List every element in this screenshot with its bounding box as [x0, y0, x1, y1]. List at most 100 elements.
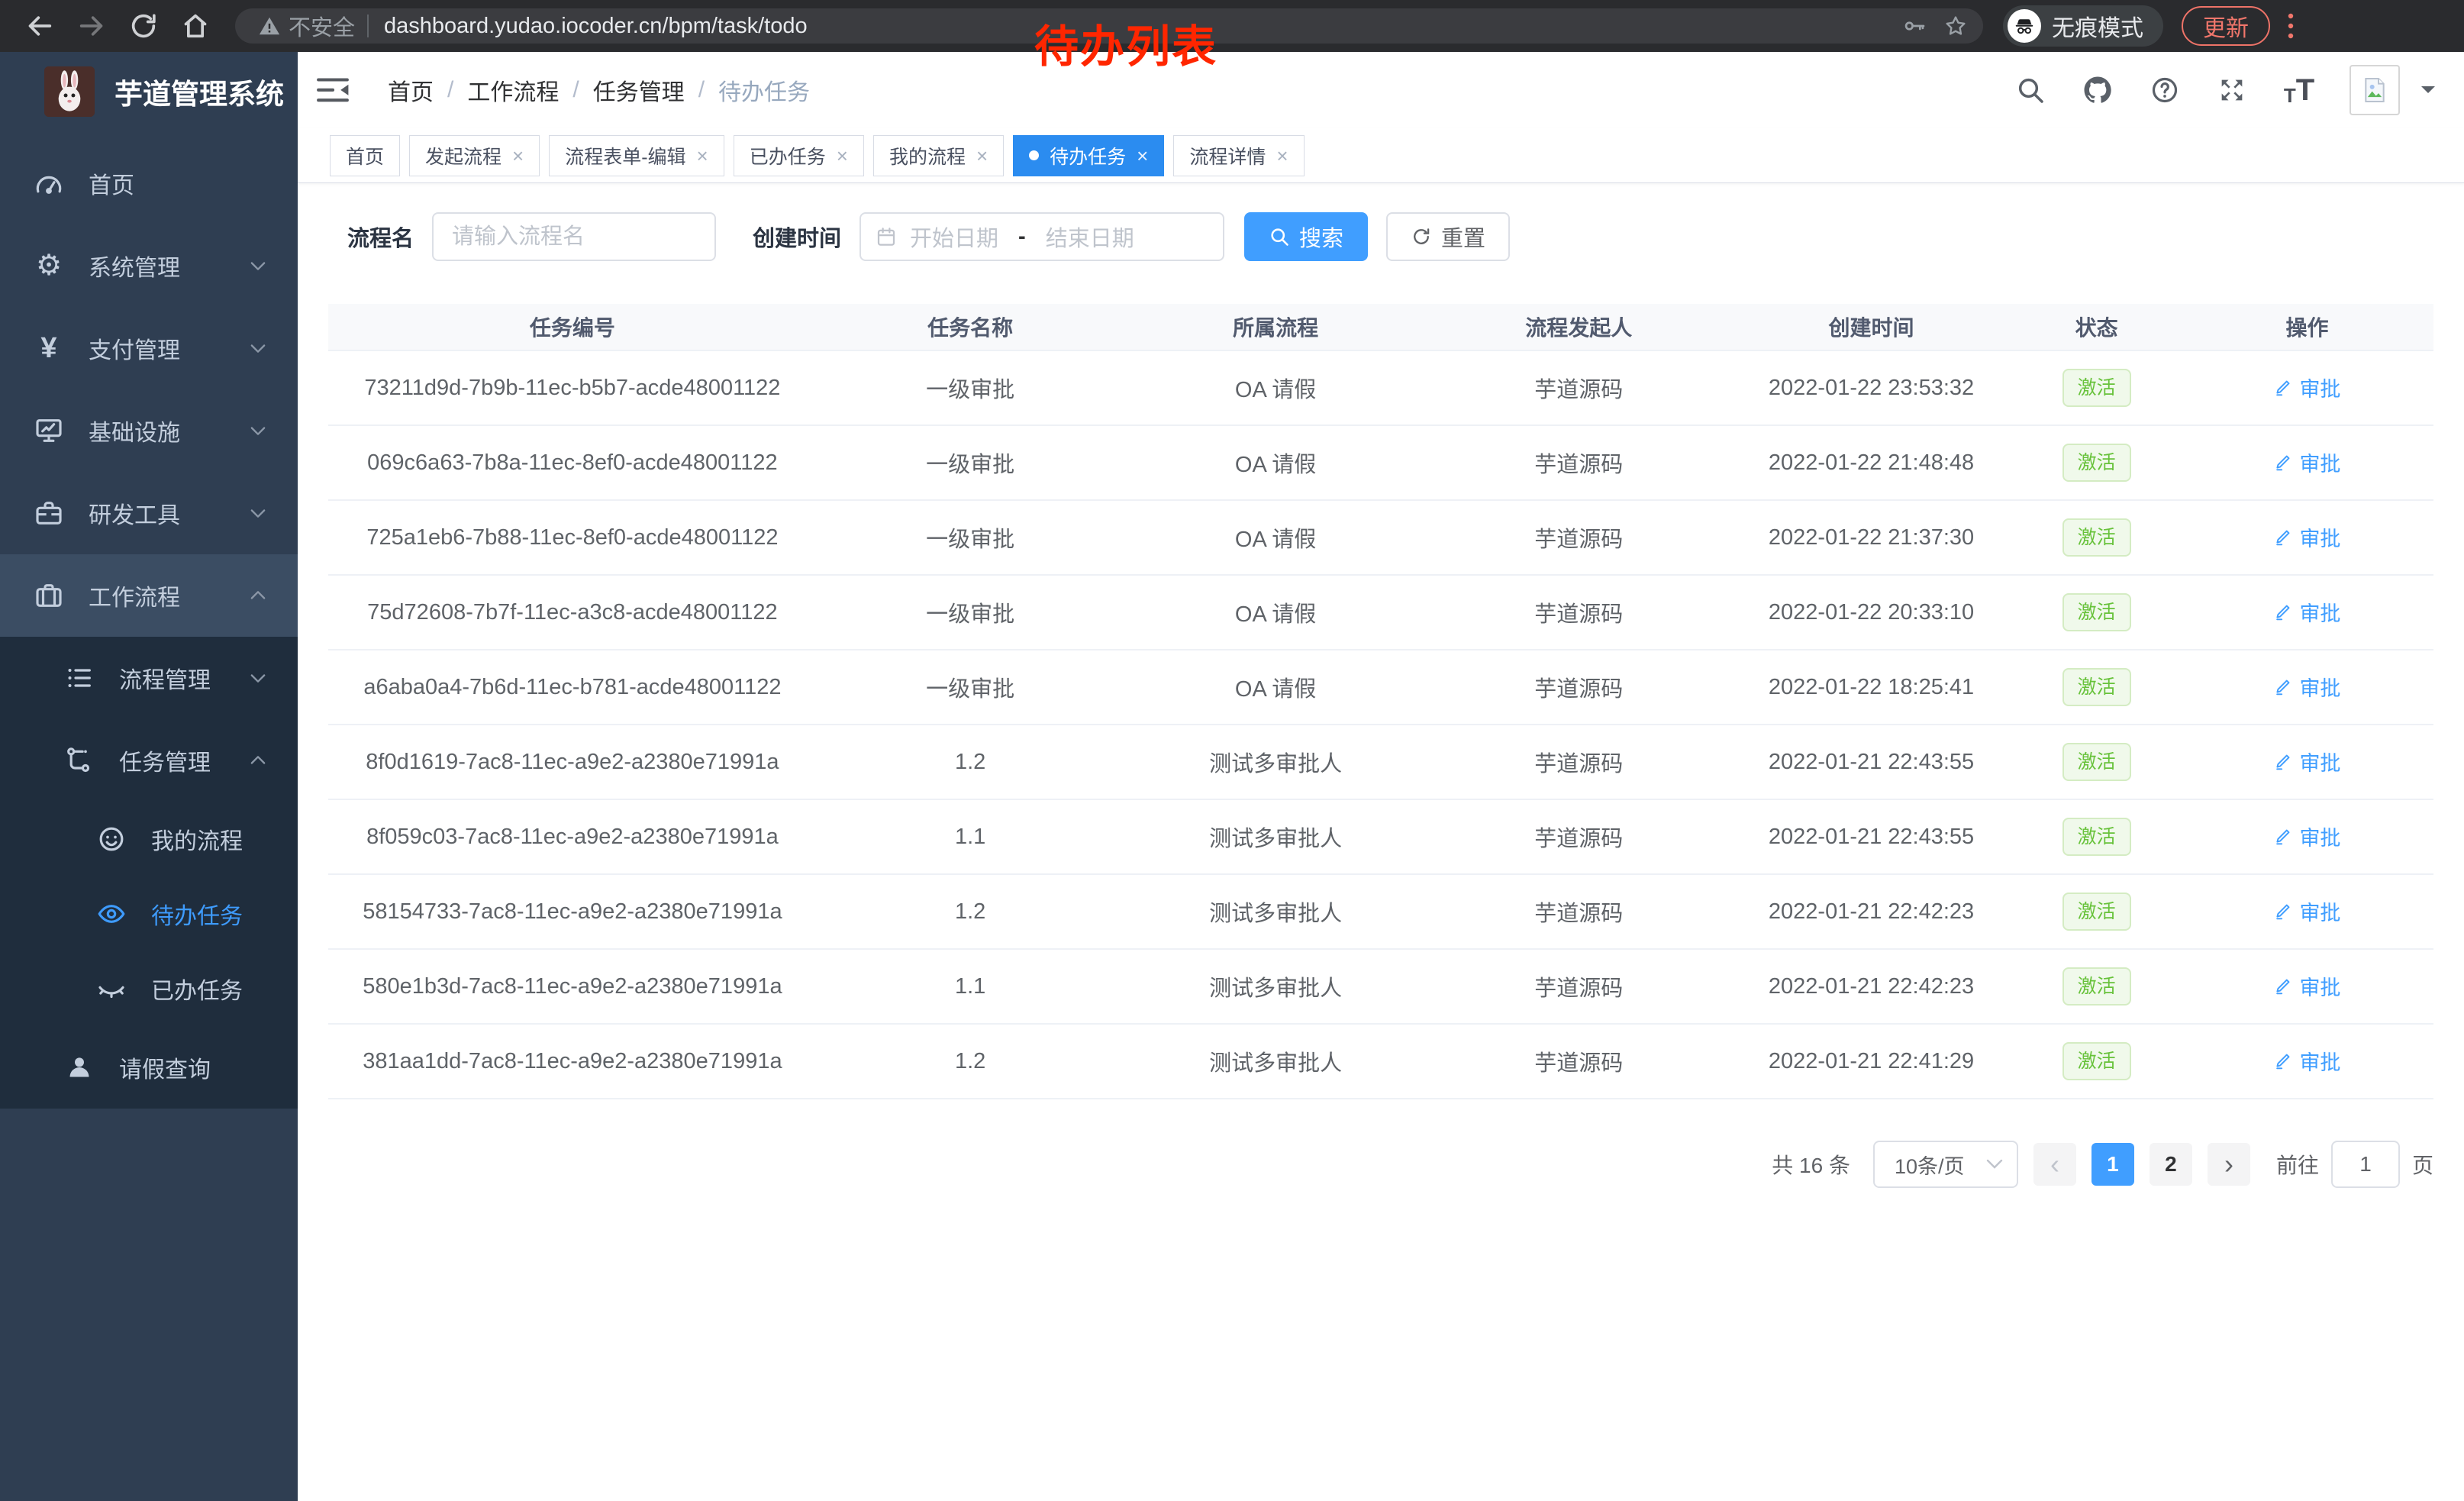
prev-page-button[interactable]: [2033, 1143, 2076, 1186]
sidebar-item-label: 任务管理: [119, 744, 211, 777]
back-icon[interactable]: [24, 11, 55, 41]
process-name: OA 请假: [1124, 447, 1427, 479]
task-id: 58154733-7ac8-11ec-a9e2-a2380e71991a: [328, 899, 817, 925]
approve-link[interactable]: 审批: [2273, 373, 2340, 402]
tab[interactable]: 流程表单-编辑: [549, 135, 724, 176]
table-row: 069c6a63-7b8a-11ec-8ef0-acde48001122 一级审…: [328, 426, 2433, 501]
column-header: 所属流程: [1124, 311, 1427, 342]
approve-link[interactable]: 审批: [2273, 597, 2340, 627]
caret-down-icon[interactable]: [2420, 85, 2437, 95]
tab-label: 流程详情: [1189, 142, 1266, 169]
pen-icon: [2273, 676, 2293, 696]
avatar[interactable]: [2350, 65, 2400, 115]
approve-link[interactable]: 审批: [2273, 447, 2340, 477]
process-name-input[interactable]: [432, 212, 716, 261]
star-icon[interactable]: [1943, 14, 1968, 38]
user-icon: [63, 1051, 96, 1084]
create-time: 2022-01-21 22:42:23: [1730, 974, 2013, 999]
approve-link[interactable]: 审批: [2273, 1046, 2340, 1076]
end-date-placeholder: 结束日期: [1046, 221, 1134, 253]
sidebar-item[interactable]: 我的流程: [0, 802, 298, 876]
reload-icon[interactable]: [128, 11, 159, 41]
pen-icon: [2273, 452, 2293, 472]
breadcrumb-item[interactable]: 首页: [388, 73, 434, 107]
task-name: 1.1: [817, 825, 1124, 850]
next-page-button[interactable]: [2208, 1143, 2250, 1186]
filter-bar: 流程名 创建时间 开始日期 - 结束日期 搜索: [328, 212, 2433, 261]
task-id: 069c6a63-7b8a-11ec-8ef0-acde48001122: [328, 450, 817, 476]
status-badge: 激活: [2062, 593, 2131, 631]
breadcrumb-item[interactable]: 任务管理: [593, 73, 685, 107]
approve-link[interactable]: 审批: [2273, 971, 2340, 1001]
page-size-select[interactable]: 10条/页: [1873, 1141, 2018, 1188]
sidebar-item-label: 首页: [89, 166, 134, 200]
task-id: a6aba0a4-7b6d-11ec-b781-acde48001122: [328, 675, 817, 700]
update-button[interactable]: 更新: [2182, 6, 2270, 46]
sidebar-item[interactable]: 任务管理: [0, 719, 298, 802]
sidebar-item[interactable]: 流程管理: [0, 637, 298, 719]
sidebar-item[interactable]: 首页: [0, 142, 298, 224]
pen-icon: [2273, 602, 2293, 621]
github-icon[interactable]: [2081, 73, 2114, 107]
sidebar-item[interactable]: ¥ 支付管理: [0, 307, 298, 389]
sidebar-item[interactable]: 请假查询: [0, 1026, 298, 1109]
tab[interactable]: 发起流程: [409, 135, 540, 176]
search-icon[interactable]: [2014, 73, 2047, 107]
approve-link[interactable]: 审批: [2273, 672, 2340, 702]
sidebar-item[interactable]: 已办任务: [0, 951, 298, 1026]
breadcrumb-item[interactable]: 工作流程: [467, 73, 559, 107]
sidebar-item[interactable]: 基础设施: [0, 389, 298, 472]
pen-icon: [2273, 751, 2293, 771]
column-header: 操作: [2181, 311, 2433, 342]
key-icon[interactable]: [1902, 14, 1927, 38]
page-number-button[interactable]: 1: [2091, 1143, 2134, 1186]
close-icon[interactable]: [1276, 146, 1288, 166]
task-name: 1.2: [817, 1049, 1124, 1074]
tab[interactable]: 已办任务: [734, 135, 864, 176]
home-icon[interactable]: [180, 11, 211, 41]
close-icon[interactable]: [697, 146, 708, 166]
sidebar-item-label: 支付管理: [89, 331, 180, 365]
task-id: 8f0d1619-7ac8-11ec-a9e2-a2380e71991a: [328, 750, 817, 775]
search-button[interactable]: 搜索: [1244, 212, 1368, 261]
menu-dots-icon[interactable]: [2285, 11, 2296, 41]
close-icon[interactable]: [1137, 146, 1148, 166]
page-number-button[interactable]: 2: [2150, 1143, 2192, 1186]
date-range-picker[interactable]: 开始日期 - 结束日期: [859, 212, 1224, 261]
approve-link[interactable]: 审批: [2273, 747, 2340, 776]
tab[interactable]: 待办任务: [1013, 135, 1164, 176]
table-row: 580e1b3d-7ac8-11ec-a9e2-a2380e71991a 1.1…: [328, 950, 2433, 1025]
tab[interactable]: 我的流程: [873, 135, 1004, 176]
tab[interactable]: 流程详情: [1173, 135, 1304, 176]
goto-page-input[interactable]: [2331, 1141, 2400, 1188]
approve-link[interactable]: 审批: [2273, 822, 2340, 851]
approve-link[interactable]: 审批: [2273, 522, 2340, 552]
tab[interactable]: 首页: [330, 135, 400, 176]
table-row: 8f059c03-7ac8-11ec-a9e2-a2380e71991a 1.1…: [328, 800, 2433, 875]
security-label[interactable]: 不安全: [289, 10, 355, 42]
close-icon[interactable]: [837, 146, 848, 166]
help-icon[interactable]: [2148, 73, 2182, 107]
sidebar-item[interactable]: 待办任务: [0, 876, 298, 951]
process-name: 测试多审批人: [1124, 970, 1427, 1002]
sidebar-item[interactable]: 研发工具: [0, 472, 298, 554]
tab-label: 我的流程: [889, 142, 966, 169]
column-header: 流程发起人: [1427, 311, 1730, 342]
status-badge: 激活: [2062, 967, 2131, 1006]
tags-view: 首页 发起流程 流程表单-编辑 已办任务: [298, 128, 2464, 183]
breadcrumb-item[interactable]: 待办任务: [718, 73, 810, 107]
sidebar-item[interactable]: 工作流程: [0, 554, 298, 637]
forward-icon[interactable]: [76, 11, 107, 41]
sidebar-item[interactable]: ⚙ 系统管理: [0, 224, 298, 307]
font-size-icon[interactable]: TT: [2282, 73, 2316, 107]
approve-link[interactable]: 审批: [2273, 896, 2340, 926]
close-icon[interactable]: [976, 146, 988, 166]
fullscreen-icon[interactable]: [2215, 73, 2249, 107]
status-badge: 激活: [2062, 369, 2131, 407]
sidebar-fold-icon[interactable]: [316, 76, 350, 105]
app-logo[interactable]: 芋道管理系统: [0, 52, 298, 131]
process-starter: 芋道源码: [1427, 671, 1730, 703]
column-header: 任务编号: [328, 311, 817, 342]
reset-button[interactable]: 重置: [1386, 212, 1510, 261]
close-icon[interactable]: [512, 146, 524, 166]
